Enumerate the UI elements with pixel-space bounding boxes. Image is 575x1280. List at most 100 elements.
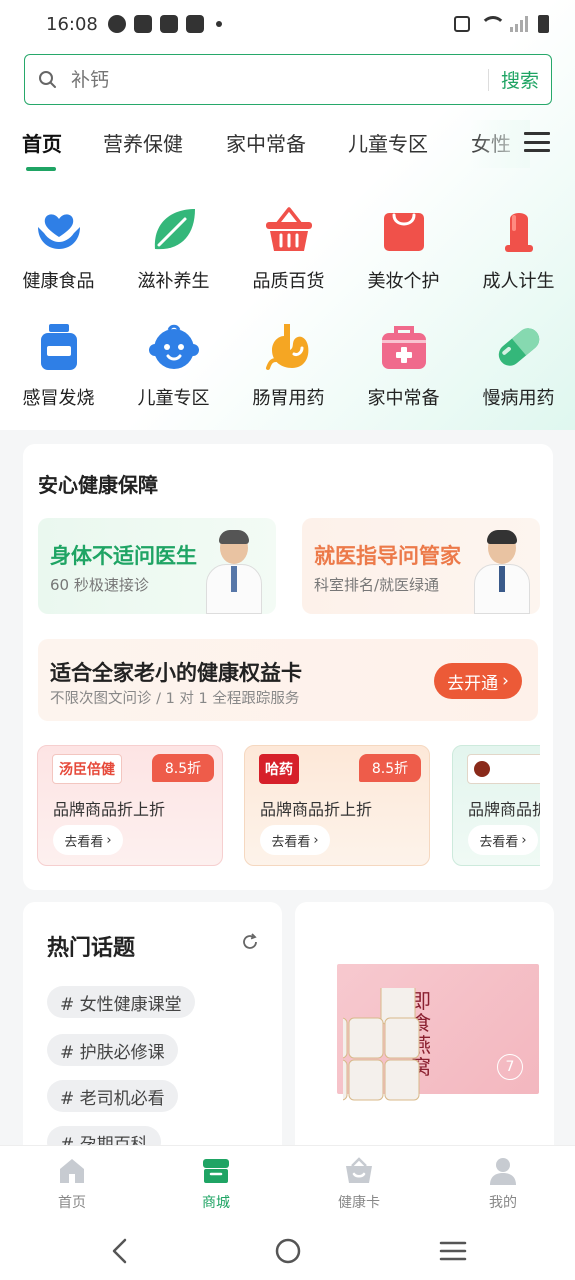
refresh-icon[interactable] [240,932,260,952]
chevron-right-icon: › [521,832,527,848]
category-chronic[interactable]: 慢病用药 [461,322,575,422]
tab-children[interactable]: 儿童专区 [348,128,428,157]
nav-store[interactable]: 商城 [176,1156,256,1212]
nav-label: 商城 [202,1195,230,1211]
baby-face-icon [148,322,199,372]
brand-coupon[interactable]: 品牌商品折上折 去看看 › [452,745,540,866]
person-icon [488,1156,518,1186]
discount-badge: 8.5折 [152,754,214,782]
ask-doctor-subtitle: 60 秒极速接诊 [50,576,149,594]
nav-health-card[interactable]: 健康卡 [319,1156,399,1212]
topic-tag[interactable]: # 护肤必修课 [47,1034,178,1066]
activate-button[interactable]: 去开通 › [434,663,522,699]
more-notifications-dot-icon [215,21,222,27]
basket-icon [264,205,314,255]
category-label: 美妆个护 [367,271,440,292]
menu-icon[interactable] [524,128,550,156]
app-notification-icon [185,15,204,33]
manager-photo [474,528,530,614]
category-label: 儿童专区 [137,388,210,409]
tab-fade [470,120,530,168]
ask-doctor-title: 身体不适问医生 [50,544,197,568]
category-label: 健康食品 [22,271,95,292]
view-button-label: 去看看 [479,834,519,850]
recent-apps-icon[interactable] [439,1237,467,1265]
leaf-icon [149,205,199,255]
app-notification-icon [159,15,178,33]
benefit-title: 适合全家老小的健康权益卡 [50,661,302,685]
category-beauty[interactable]: 美妆个护 [346,205,461,305]
search-bar[interactable]: 搜索 [24,54,552,105]
nav-profile[interactable]: 我的 [463,1156,543,1212]
category-label: 慢病用药 [482,388,555,409]
health-benefit-card[interactable]: 适合全家老小的健康权益卡 不限次图文问诊 / 1 对 1 全程跟踪服务 去开通 … [38,639,538,721]
tab-household[interactable]: 家中常备 [226,128,306,157]
view-button[interactable]: 去看看 › [468,825,538,855]
chevron-right-icon: › [313,832,319,848]
bottom-navigation: 首页 商城 健康卡 我的 [0,1145,575,1221]
brand-coupon[interactable]: 哈药 8.5折 品牌商品折上折 去看看 › [244,745,430,866]
ask-manager-title: 就医指导问管家 [314,544,461,568]
topic-tag[interactable]: # 老司机必看 [47,1080,178,1112]
view-button-label: 去看看 [64,834,104,850]
ask-doctor-card[interactable]: 身体不适问医生 60 秒极速接诊 [38,518,276,614]
coupon-clip: 品牌商品折上折 去看看 › [452,745,540,866]
category-label: 成人计生 [482,271,555,292]
topic-tag[interactable]: # 女性健康课堂 [47,986,195,1018]
category-label: 肠胃用药 [252,388,325,409]
category-digestive[interactable]: 肠胃用药 [231,322,346,422]
product-card[interactable]: 即食燕窝 7 [295,902,554,1162]
app-notification-icon [133,15,152,33]
nav-home[interactable]: 首页 [32,1156,112,1212]
chevron-right-icon: › [502,671,509,691]
medicine-bottle-icon [34,322,84,372]
basket-card-icon [344,1156,374,1186]
nav-label: 健康卡 [338,1195,380,1211]
view-button[interactable]: 去看看 › [260,825,330,855]
category-label: 品质百货 [252,271,325,292]
condom-icon [494,205,544,255]
category-health-food[interactable]: 健康食品 [1,205,116,305]
status-bar: 16:08 [0,0,575,48]
health-section-title: 安心健康保障 [38,473,158,497]
view-button[interactable]: 去看看 › [53,825,123,855]
ask-manager-card[interactable]: 就医指导问管家 科室排名/就医绿通 [302,518,540,614]
ask-manager-subtitle: 科室排名/就医绿通 [314,576,440,594]
first-aid-kit-icon [379,322,429,372]
wifi-icon [480,16,506,32]
shopping-bag-icon [379,205,429,255]
brand-logo [467,754,540,784]
brand-coupon[interactable]: 汤臣倍健 8.5折 品牌商品折上折 去看看 › [37,745,223,866]
category-tonic[interactable]: 滋补养生 [116,205,231,305]
store-icon [201,1156,231,1186]
category-children[interactable]: 儿童专区 [116,322,231,422]
vibrate-icon [454,16,470,32]
home-circle-icon[interactable] [274,1237,302,1265]
discount-badge: 8.5折 [359,754,421,782]
tab-home[interactable]: 首页 [22,128,62,157]
coupon-title: 品牌商品折上折 [260,800,373,819]
activate-button-label: 去开通 [447,673,499,694]
stomach-icon [264,322,314,372]
system-navigation [0,1221,575,1280]
category-label: 滋补养生 [137,271,210,292]
view-button-label: 去看看 [271,834,311,850]
brand-logo: 汤臣倍健 [52,754,122,784]
battery-icon [538,15,549,33]
hot-topics-title: 热门话题 [47,936,136,961]
category-household[interactable]: 家中常备 [346,322,461,422]
brand-logo: 哈药 [259,754,299,784]
chevron-right-icon: › [106,832,112,848]
search-button[interactable]: 搜索 [489,66,551,93]
category-cold-fever[interactable]: 感冒发烧 [1,322,116,422]
category-goods[interactable]: 品质百货 [231,205,346,305]
seven-badge-icon: 7 [497,1054,523,1080]
category-adult[interactable]: 成人计生 [461,205,575,305]
back-icon[interactable] [106,1237,134,1265]
signal-icon [510,16,528,32]
nav-label: 首页 [58,1195,86,1211]
doctor-photo [206,528,262,614]
search-icon [25,70,71,90]
search-input[interactable] [71,68,488,91]
tab-nutrition[interactable]: 营养保健 [103,128,183,157]
